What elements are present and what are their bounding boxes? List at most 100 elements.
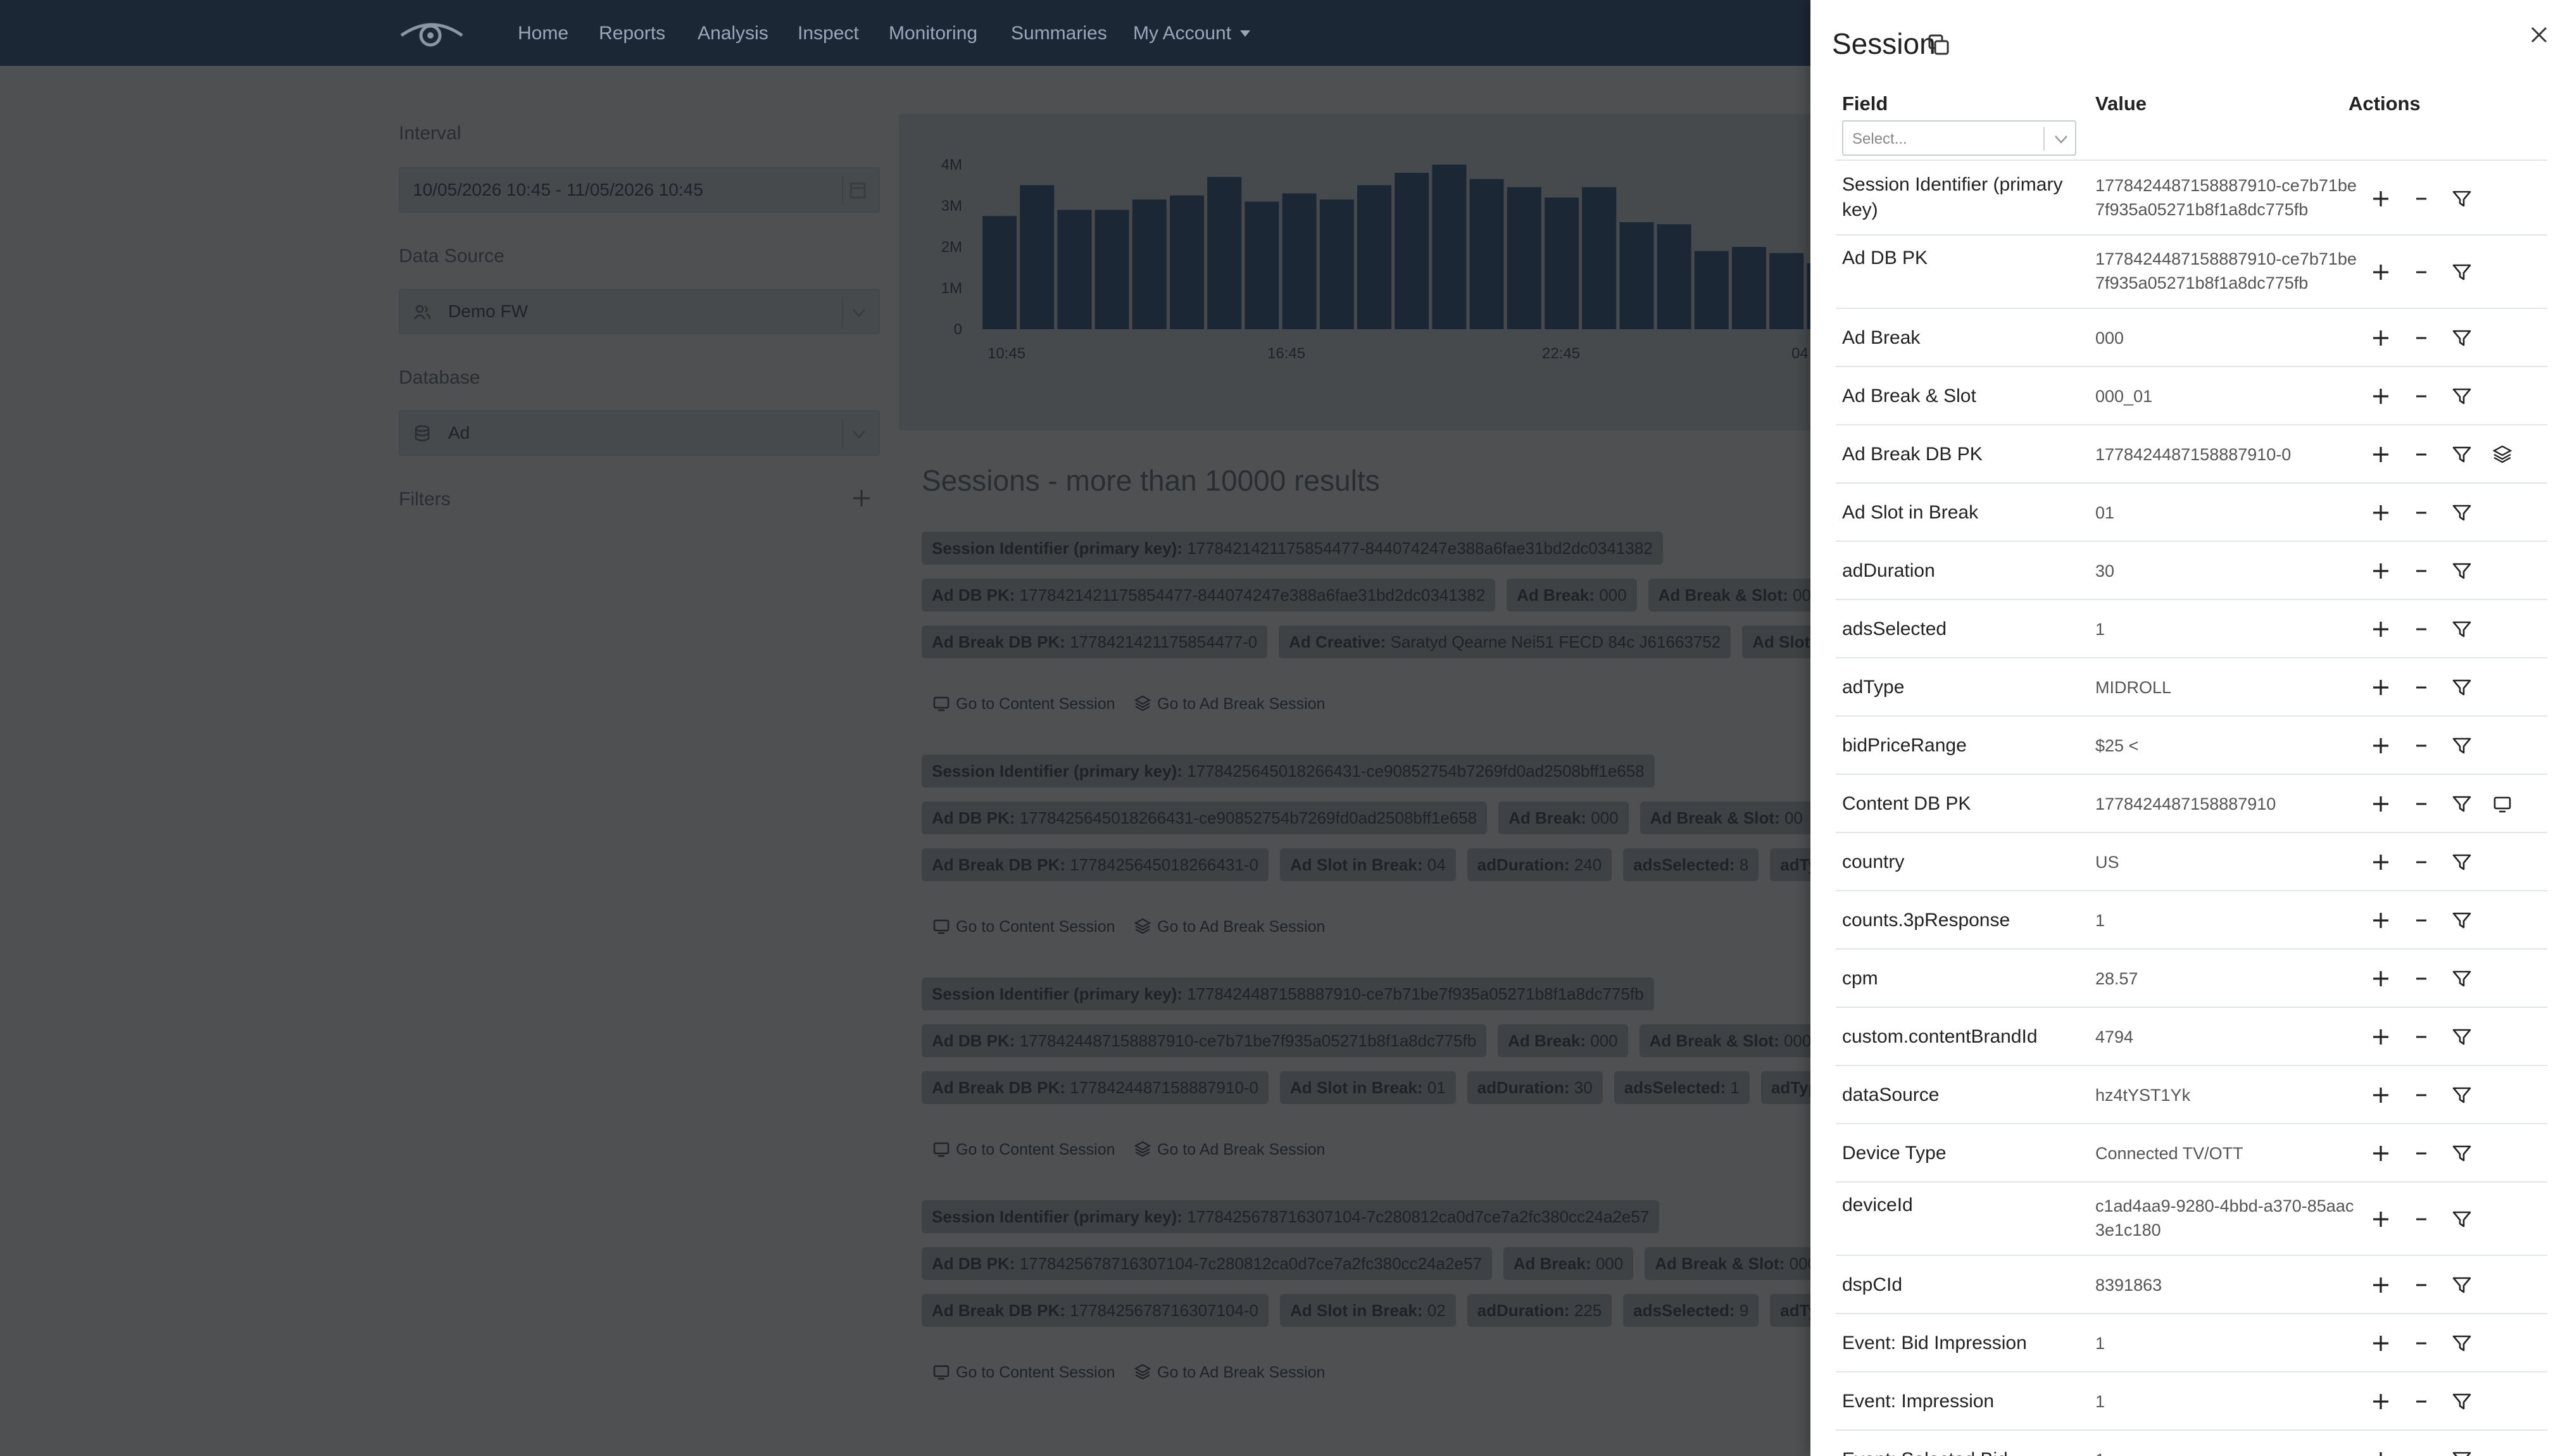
filter-icon[interactable] [2451,1333,2473,1354]
go-to-ad-break-session-link[interactable]: Go to Ad Break Session [1134,1364,1325,1382]
session-field-chip[interactable]: Ad Break: 000 [1503,1247,1634,1280]
add-filter-button[interactable] [852,489,871,508]
add-filter-include-icon[interactable] [2370,502,2392,524]
session-field-chip[interactable]: Ad Break DB PK: 1778424487158887910-0 [922,1071,1269,1104]
histogram-bar[interactable] [1357,185,1391,330]
add-filter-include-icon[interactable] [2370,1208,2392,1230]
calendar-icon[interactable] [850,181,866,199]
histogram-bar[interactable] [1207,177,1242,330]
add-filter-include-icon[interactable] [2370,560,2392,582]
nav-summaries[interactable]: Summaries [1011,23,1107,44]
histogram-bar[interactable] [1732,247,1766,329]
add-filter-include-icon[interactable] [2370,444,2392,465]
histogram-bar[interactable] [1094,210,1129,330]
filter-icon[interactable] [2451,560,2473,582]
histogram-bar[interactable] [1319,199,1354,329]
session-field-chip[interactable]: Ad Break: 000 [1498,801,1629,834]
add-filter-include-icon[interactable] [2370,1274,2392,1296]
session-id-chip[interactable]: Session Identifier (primary key): 177842… [922,755,1655,788]
session-field-chip[interactable]: adsSelected: 8 [1623,848,1759,881]
session-field-chip[interactable]: Ad Slot in Break: 01 [1280,1071,1456,1104]
add-filter-include-icon[interactable] [2370,910,2392,931]
histogram-bar[interactable] [1507,187,1541,329]
chevron-down-icon[interactable] [852,308,866,318]
session-field-chip[interactable]: Ad DB PK: 1778424487158887910-ce7b71be7f… [922,1024,1487,1057]
add-filter-exclude-icon[interactable] [2411,560,2432,582]
session-field-chip[interactable]: adDuration: 30 [1467,1071,1603,1104]
add-filter-include-icon[interactable] [2370,851,2392,873]
histogram-bar[interactable] [1282,193,1317,330]
add-filter-exclude-icon[interactable] [2411,851,2432,873]
filter-icon[interactable] [2451,1391,2473,1412]
add-filter-exclude-icon[interactable] [2411,1143,2432,1164]
add-filter-include-icon[interactable] [2370,1026,2392,1048]
field-filter-select[interactable]: Select... [1842,120,2076,156]
add-filter-exclude-icon[interactable] [2411,444,2432,465]
add-filter-exclude-icon[interactable] [2411,618,2432,640]
histogram-bar[interactable] [1619,222,1654,329]
session-field-chip[interactable]: Ad Break & Slot: 00 [1640,801,1813,834]
add-filter-include-icon[interactable] [2370,386,2392,407]
add-filter-include-icon[interactable] [2370,618,2392,640]
histogram-bar[interactable] [1432,165,1467,329]
chevron-down-icon[interactable] [2054,134,2069,144]
histogram-bar[interactable] [1245,201,1279,330]
add-filter-include-icon[interactable] [2370,1391,2392,1412]
add-filter-exclude-icon[interactable] [2411,386,2432,407]
go-to-content-session-link[interactable]: Go to Content Session [933,1141,1115,1159]
go-to-ad-break-session-link[interactable]: Go to Ad Break Session [1134,695,1325,713]
session-id-chip[interactable]: Session Identifier (primary key): 177842… [922,532,1663,565]
nav-home[interactable]: Home [518,23,568,44]
filter-icon[interactable] [2451,188,2473,210]
add-filter-include-icon[interactable] [2370,677,2392,698]
filter-icon[interactable] [2451,502,2473,524]
go-to-content-session-link[interactable]: Go to Content Session [933,1364,1115,1382]
histogram-bar[interactable] [1395,173,1429,329]
session-field-chip[interactable]: Ad Creative: Saratyd Qearne Nei51 FECD 8… [1279,625,1731,658]
add-filter-exclude-icon[interactable] [2411,188,2432,210]
add-filter-exclude-icon[interactable] [2411,261,2432,283]
histogram-bar[interactable] [982,216,1017,329]
histogram-bar[interactable] [1020,185,1055,330]
histogram-bar[interactable] [1694,251,1729,330]
session-field-chip[interactable]: Ad Break: 000 [1498,1024,1628,1057]
session-field-chip[interactable]: Ad Break & Slot: 000_ [1645,1247,1836,1280]
filter-icon[interactable] [2451,1143,2473,1164]
session-field-chip[interactable]: adsSelected: 1 [1614,1071,1750,1104]
session-id-chip[interactable]: Session Identifier (primary key): 177842… [922,1200,1660,1233]
go-to-ad-break-session-link[interactable]: Go to Ad Break Session [1134,918,1325,936]
add-filter-exclude-icon[interactable] [2411,1449,2432,1456]
eye-logo-icon[interactable] [399,19,465,49]
go-to-ad-break-session-link[interactable]: Go to Ad Break Session [1134,1141,1325,1159]
filter-icon[interactable] [2451,677,2473,698]
add-filter-exclude-icon[interactable] [2411,735,2432,756]
go-to-content-session-link[interactable]: Go to Content Session [933,695,1115,713]
session-field-chip[interactable]: adDuration: 225 [1467,1294,1612,1327]
filter-icon[interactable] [2451,910,2473,931]
session-field-chip[interactable]: Ad DB PK: 1778425678716307104-7c280812ca… [922,1247,1492,1280]
add-filter-include-icon[interactable] [2370,968,2392,989]
go-to-content-session-link[interactable]: Go to Content Session [933,918,1115,936]
session-field-chip[interactable]: Ad Break & Slot: 000_ [1639,1024,1831,1057]
session-field-chip[interactable]: adsSelected: 9 [1623,1294,1759,1327]
histogram-bar[interactable] [1545,198,1579,329]
layers-icon[interactable] [2492,444,2513,465]
nav-my-account[interactable]: My Account [1133,23,1251,44]
add-filter-include-icon[interactable] [2370,793,2392,815]
histogram-bar[interactable] [1769,253,1804,329]
filter-icon[interactable] [2451,793,2473,815]
add-filter-include-icon[interactable] [2370,1333,2392,1354]
histogram-bar[interactable] [1582,187,1617,329]
add-filter-include-icon[interactable] [2370,261,2392,283]
session-field-chip[interactable]: Ad Break: 000 [1507,579,1637,612]
add-filter-exclude-icon[interactable] [2411,327,2432,349]
filter-icon[interactable] [2451,1084,2473,1106]
histogram-bar[interactable] [1170,195,1204,329]
nav-reports[interactable]: Reports [599,23,665,44]
add-filter-exclude-icon[interactable] [2411,1333,2432,1354]
filter-icon[interactable] [2451,735,2473,756]
add-filter-exclude-icon[interactable] [2411,910,2432,931]
copy-icon[interactable] [1928,34,1950,56]
histogram-bar[interactable] [1132,199,1167,329]
add-filter-exclude-icon[interactable] [2411,677,2432,698]
